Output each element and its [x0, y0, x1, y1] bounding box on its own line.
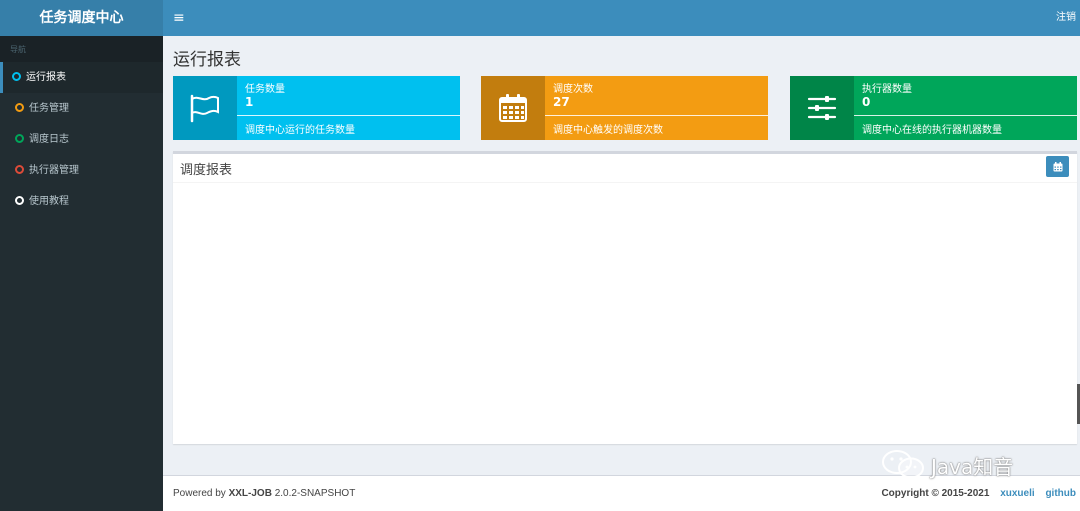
- info-box-desc: 调度中心在线的执行器机器数量: [862, 125, 1002, 136]
- app-logo[interactable]: 任务调度中心: [0, 0, 163, 36]
- circle-icon: [15, 134, 24, 143]
- sidebar-item-report[interactable]: 运行报表: [0, 62, 163, 93]
- logout-link[interactable]: 注销: [1056, 0, 1076, 36]
- sidebar-item-help[interactable]: 使用教程: [0, 186, 163, 217]
- report-box-header: 调度报表: [173, 154, 1077, 183]
- footer-powered-prefix: Powered by: [173, 488, 229, 499]
- sidebar-item-executors[interactable]: 执行器管理: [0, 155, 163, 186]
- calendar-icon: [1053, 161, 1062, 171]
- circle-icon: [15, 165, 24, 174]
- info-box-label: 调度次数: [553, 84, 593, 95]
- info-box-icon-bg: [173, 76, 237, 140]
- top-navbar: ≡ 注销: [163, 0, 1080, 36]
- sliders-icon: [807, 96, 837, 120]
- flag-icon: [190, 94, 219, 123]
- page-title: 运行报表: [173, 50, 241, 70]
- sidebar-item-jobs[interactable]: 任务管理: [0, 93, 163, 124]
- github-link[interactable]: github: [1045, 488, 1076, 499]
- main-content: 运行报表 任务数量 1 调度中心运行的任务数量 调度次数 27 调度中心触发的调…: [163, 36, 1080, 475]
- info-box-executors: 执行器数量 0 调度中心在线的执行器机器数量: [790, 76, 1077, 140]
- info-box-jobs: 任务数量 1 调度中心运行的任务数量: [173, 76, 460, 140]
- report-box-title: 调度报表: [180, 163, 233, 178]
- wechat-icon: [882, 450, 924, 479]
- sidebar-item-label: 调度日志: [29, 134, 69, 145]
- copyright-text: Copyright © 2015-2021: [881, 488, 990, 499]
- report-box: 调度报表: [173, 151, 1077, 444]
- circle-icon: [15, 103, 24, 112]
- sidebar-item-logs[interactable]: 调度日志: [0, 124, 163, 155]
- info-box-number: 1: [245, 95, 254, 109]
- menu-toggle-icon[interactable]: ≡: [173, 0, 185, 36]
- progress-divider: [237, 115, 460, 116]
- info-box-desc: 调度中心运行的任务数量: [245, 125, 355, 136]
- progress-divider: [545, 115, 768, 116]
- circle-icon: [15, 196, 24, 205]
- info-box-label: 执行器数量: [862, 84, 912, 95]
- info-box-number: 27: [553, 95, 570, 109]
- sidebar-item-label: 执行器管理: [29, 165, 79, 176]
- info-box-label: 任务数量: [245, 84, 285, 95]
- watermark-text: Java知音: [931, 454, 1014, 479]
- author-link[interactable]: xuxueli: [1000, 488, 1034, 499]
- sidebar-item-label: 任务管理: [29, 103, 69, 114]
- sidebar-nav-header: 导航: [0, 36, 163, 62]
- circle-icon: [12, 72, 21, 81]
- info-box-icon-bg: [481, 76, 545, 140]
- info-box-triggers: 调度次数 27 调度中心触发的调度次数: [481, 76, 768, 140]
- footer-copyright: Copyright © 2015-2021 xuxueli github: [881, 488, 1076, 499]
- info-box-desc: 调度中心触发的调度次数: [553, 125, 663, 136]
- date-range-button[interactable]: [1046, 156, 1069, 177]
- footer-powered: Powered by XXL-JOB 2.0.2-SNAPSHOT: [173, 488, 355, 499]
- watermark: Java知音: [881, 449, 1013, 481]
- sidebar-item-label: 使用教程: [29, 196, 69, 207]
- footer-version: 2.0.2-SNAPSHOT: [271, 488, 356, 499]
- footer-brand: XXL-JOB: [228, 488, 272, 499]
- info-box-number: 0: [862, 95, 871, 109]
- sidebar: 导航 运行报表 任务管理 调度日志 执行器管理 使用教程: [0, 36, 163, 511]
- progress-divider: [854, 115, 1077, 116]
- calendar-icon: [499, 94, 527, 122]
- sidebar-item-label: 运行报表: [26, 72, 66, 83]
- info-box-icon-bg: [790, 76, 854, 140]
